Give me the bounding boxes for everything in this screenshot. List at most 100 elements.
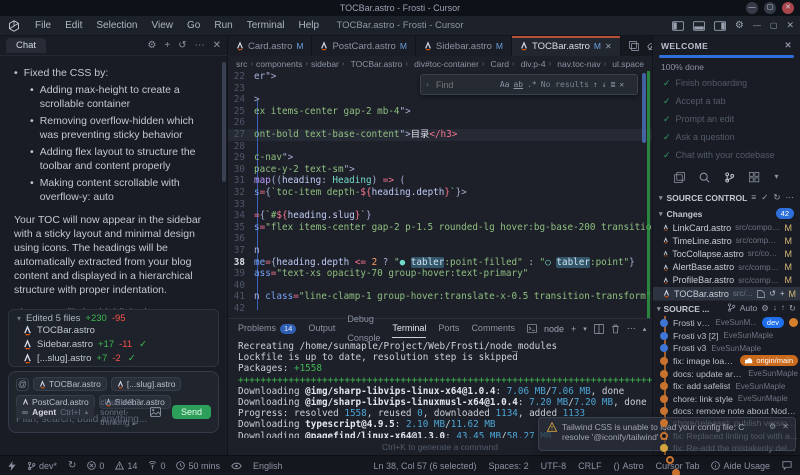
scm-file-row[interactable]: AlertBase.astrosrc/compone...M — [653, 261, 800, 274]
panel-tab-comments[interactable]: Comments — [471, 319, 515, 338]
code-line[interactable]: 32s={`toc-item depth-${heading.depth}`}> — [228, 187, 652, 199]
context-chip[interactable]: TOCBar.astro — [33, 377, 107, 391]
code-line[interactable]: 36 — [228, 233, 652, 245]
panel-tab-output[interactable]: Output — [308, 319, 335, 338]
menu-selection[interactable]: Selection — [89, 18, 144, 34]
find-close-icon[interactable]: ✕ — [619, 80, 624, 89]
edited-file-row[interactable]: Sidebar.astro+17-11✓ — [9, 337, 218, 351]
commit-row[interactable]: docs: remove note about Node.js... — [653, 405, 800, 417]
menu-file[interactable]: File — [28, 18, 58, 34]
edited-file-row[interactable]: BaseLayout.astro+76-78✓ — [9, 365, 218, 367]
commit-row[interactable]: Frosti v3 [3]EveSunM...dev — [653, 316, 800, 329]
code-line[interactable]: 29c-nav"> — [228, 152, 652, 164]
statusbar-item-astro[interactable]: ()Astro — [614, 461, 644, 471]
find-expand-icon[interactable]: › — [425, 80, 430, 89]
panel-tab-ports[interactable]: Ports — [438, 319, 459, 338]
find-input[interactable] — [434, 79, 496, 91]
welcome-checklist-item[interactable]: ✓Finish onboarding — [653, 74, 800, 92]
welcome-checklist-item[interactable]: ✓Chat with your codebase — [653, 146, 800, 164]
commit-row[interactable]: Frosti v3 [2]EveSunMaple — [653, 330, 800, 342]
toggle-panel-right-icon[interactable] — [714, 21, 726, 31]
breadcrumb-item[interactable]: TOCBar.astro — [351, 59, 403, 69]
chat-close-icon[interactable]: ✕ — [213, 40, 221, 51]
code-editor[interactable]: 22er">2324>25ex items-center gap-2 mb-4"… — [228, 71, 652, 318]
branch-badge-origin-main[interactable]: origin/main — [740, 355, 798, 366]
menubar-close-icon[interactable]: ✕ — [786, 20, 794, 31]
panel-maximize-icon[interactable]: ▴ — [643, 325, 647, 333]
code-line[interactable]: 31map((heading: Heading) => ( — [228, 175, 652, 187]
menu-help[interactable]: Help — [292, 18, 327, 34]
agent-mode-selector[interactable]: ∞ Agent Ctrl+I ▴ — [16, 405, 94, 419]
graph-push-icon[interactable]: ↑ — [781, 303, 785, 314]
breadcrumb-item[interactable]: sidebar — [311, 59, 339, 69]
breadcrumb-item[interactable]: ul.space — [612, 59, 644, 69]
scm-changes-header[interactable]: ▾ Changes 42 — [653, 206, 800, 221]
editor-tab-card-astro[interactable]: Card.astroM — [228, 36, 312, 56]
breadcrumb-item[interactable]: div.p-4 — [521, 59, 546, 69]
statusbar-item-ln-38-col-57-6-selected-[interactable]: Ln 38, Col 57 (6 selected) — [373, 461, 476, 471]
graph-auto-label[interactable]: Auto — [740, 303, 758, 314]
editor-scrollbar[interactable] — [642, 73, 646, 143]
open-changes-icon[interactable] — [629, 41, 639, 51]
panel-tab-problems[interactable]: Problems14 — [238, 319, 296, 338]
code-line[interactable]: 37n — [228, 245, 652, 257]
chat-more-icon[interactable]: ⋯ — [195, 40, 205, 51]
maximize-button[interactable]: ▢ — [764, 2, 776, 14]
statusbar-item-0[interactable]: 0 — [148, 461, 165, 471]
code-line[interactable]: 34={`#${heading.slug}`} — [228, 210, 652, 222]
graph-settings-icon[interactable]: ⚙ — [761, 303, 769, 314]
match-case-toggle[interactable]: Aa — [500, 80, 510, 89]
toast-close-icon[interactable]: ✕ — [782, 422, 789, 431]
find-previous-icon[interactable]: ↑ — [593, 80, 598, 89]
code-line[interactable]: 41n class="line-clamp-1 group-hover:tran… — [228, 291, 652, 303]
welcome-close-icon[interactable]: ✕ — [784, 40, 792, 51]
breadcrumb-item[interactable]: Card — [491, 59, 509, 69]
menu-go[interactable]: Go — [180, 18, 207, 34]
commit-row[interactable]: fix: image load err...origin/main — [653, 354, 800, 367]
chat-tab[interactable]: Chat — [6, 38, 46, 53]
terminal-dropdown-icon[interactable]: ▾ — [583, 325, 587, 333]
commit-row[interactable]: docs: update articleEveSunMaple — [653, 368, 800, 380]
statusbar-item-english[interactable]: English — [253, 461, 283, 471]
panel-more-icon[interactable]: ⋯ — [627, 323, 636, 334]
code-line[interactable]: 28 — [228, 141, 652, 153]
code-line[interactable]: 38me={heading.depth <= 2 ? "● tabler:poi… — [228, 257, 652, 269]
commit-row[interactable]: fix: add safelistEveSunMaple — [653, 380, 800, 392]
scm-file-row[interactable]: TOCBar.astrosrc/...↺+M — [653, 287, 800, 300]
menu-terminal[interactable]: Terminal — [240, 18, 292, 34]
minimize-button[interactable]: — — [746, 2, 758, 14]
scm-file-row[interactable]: ProfileBar.astrosrc/compone...M — [653, 274, 800, 287]
statusbar-item-spaces-2[interactable]: Spaces: 2 — [489, 461, 529, 471]
chat-scrollbar[interactable] — [222, 62, 226, 182]
code-line[interactable]: 35s="flex items-center gap-2 p-1.5 round… — [228, 222, 652, 234]
scm-more-icon[interactable]: ⋯ — [786, 192, 795, 203]
edited-file-row[interactable]: TOCBar.astro — [9, 323, 218, 337]
scm-file-row[interactable]: TocCollapse.astrosrc/compo...M — [653, 247, 800, 260]
find-in-selection-icon[interactable]: ≣ — [611, 80, 616, 89]
statusbar-item-crlf[interactable]: CRLF — [578, 461, 602, 471]
menubar-restore-icon[interactable]: ▢ — [770, 21, 778, 30]
code-line[interactable]: 42 — [228, 303, 652, 315]
add-context-button[interactable]: @ — [16, 378, 29, 391]
kill-terminal-icon[interactable] — [611, 324, 620, 334]
panel-tab-terminal[interactable]: Terminal — [392, 319, 426, 338]
breadcrumb-item[interactable]: nav.toc-nav — [557, 59, 600, 69]
graph-pull-icon[interactable]: ↓ — [773, 303, 777, 314]
split-terminal-icon[interactable] — [594, 324, 604, 334]
chat-history-icon[interactable]: ↺ — [178, 40, 186, 51]
close-button[interactable]: ✕ — [782, 2, 794, 14]
statusbar-item[interactable]: ↻ — [68, 460, 76, 471]
source-control-icon[interactable] — [724, 172, 735, 183]
panel-tab-debug-console[interactable]: Debug Console — [347, 319, 380, 338]
context-chip[interactable]: [...slug].astro — [111, 377, 182, 391]
scm-collapse-icon[interactable]: ▾ — [659, 194, 663, 202]
menubar-minimize-icon[interactable]: — — [753, 21, 761, 30]
statusbar-item-14[interactable]: 14 — [115, 461, 137, 471]
statusbar-item-50-mins[interactable]: 50 mins — [176, 461, 220, 471]
search-icon[interactable] — [699, 172, 710, 183]
tab-close-icon[interactable]: ✕ — [605, 42, 612, 51]
extensions-icon[interactable] — [749, 172, 760, 183]
editor-tab-postcard-astro[interactable]: PostCard.astroM — [312, 36, 415, 56]
branch-badge-dev[interactable]: dev — [762, 317, 784, 328]
new-chat-icon[interactable]: + — [164, 40, 170, 51]
